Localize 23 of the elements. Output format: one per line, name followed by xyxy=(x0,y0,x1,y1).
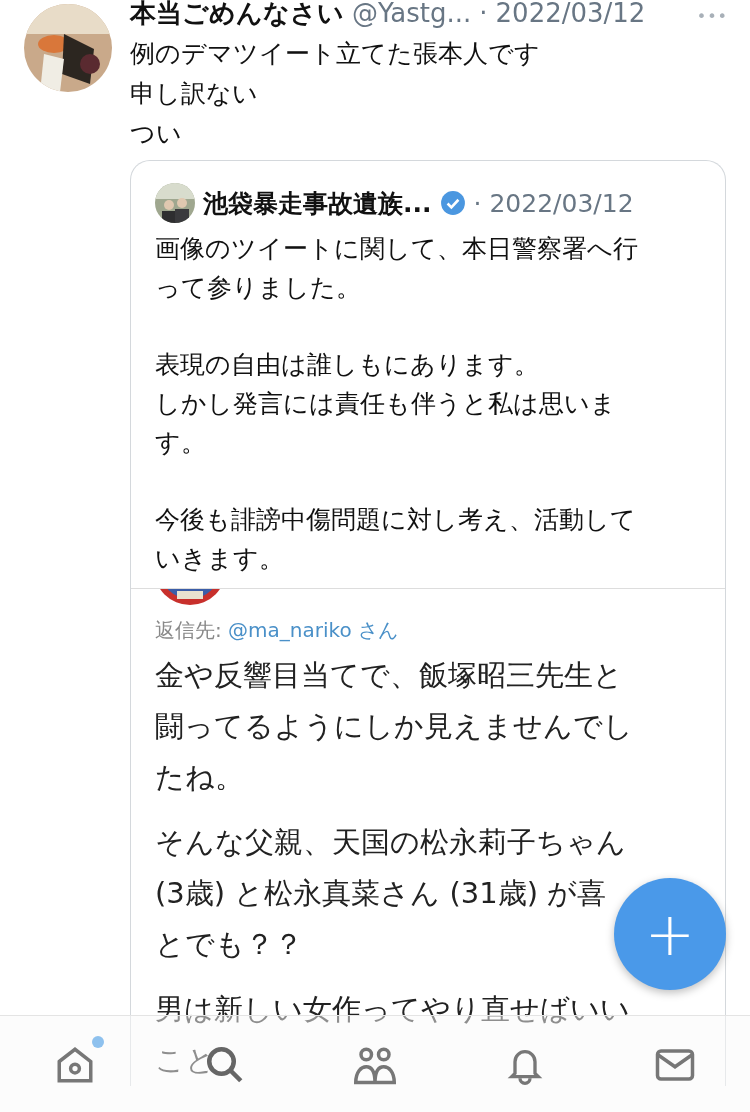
quoted-author-name: 池袋暴走事故遺族... xyxy=(203,187,432,220)
quoted-tweet-text: 今後も誹謗中傷問題に対し考え、活動して いきます。 xyxy=(155,504,637,575)
screenshot-text-line: とでも？？ xyxy=(155,926,303,963)
quoted-tweet-text: 表現の自由は誰しもにあります。 しかし発言には責任も伴うと私は思いま す。 xyxy=(155,349,617,459)
author-handle: @Yastg... xyxy=(352,0,472,28)
screenshot-text-line: そんな父親、天国の松永莉子ちゃん xyxy=(155,824,626,861)
quoted-tweet-date: 2022/03/12 xyxy=(489,188,634,218)
tweet-date: 2022/03/12 xyxy=(495,0,646,28)
mail-icon xyxy=(654,1046,696,1084)
compose-button[interactable]: + xyxy=(614,878,726,990)
author-name: 本当ごめんなさい xyxy=(130,0,344,30)
screenshot-text-line: たね。 xyxy=(155,759,244,796)
mention-link[interactable]: @ma_nariko さん xyxy=(228,618,399,642)
screenshot-text-line: 闘ってるようにしか見えませんでし xyxy=(155,708,633,745)
separator-dot: · xyxy=(479,0,488,28)
screenshot-text-line: (3歳) と松永真菜さん (31歳) が喜 xyxy=(155,875,607,912)
separator-dot: · xyxy=(473,188,482,218)
quoted-tweet-text: 画像のツイートに関して、本日警察署へ行 って参りました。 xyxy=(155,233,639,304)
reply-to-text: 返信先: @ma_nariko さん xyxy=(155,617,400,644)
more-button[interactable]: ••• xyxy=(696,7,728,26)
screenshot-text-line: こと xyxy=(155,1042,215,1079)
screenshot-text-line: 金や反響目当てで、飯塚昭三先生と xyxy=(155,657,623,694)
tweet-text: 例のデマツイート立てた張本人です 申し訳ない つい xyxy=(130,38,541,150)
